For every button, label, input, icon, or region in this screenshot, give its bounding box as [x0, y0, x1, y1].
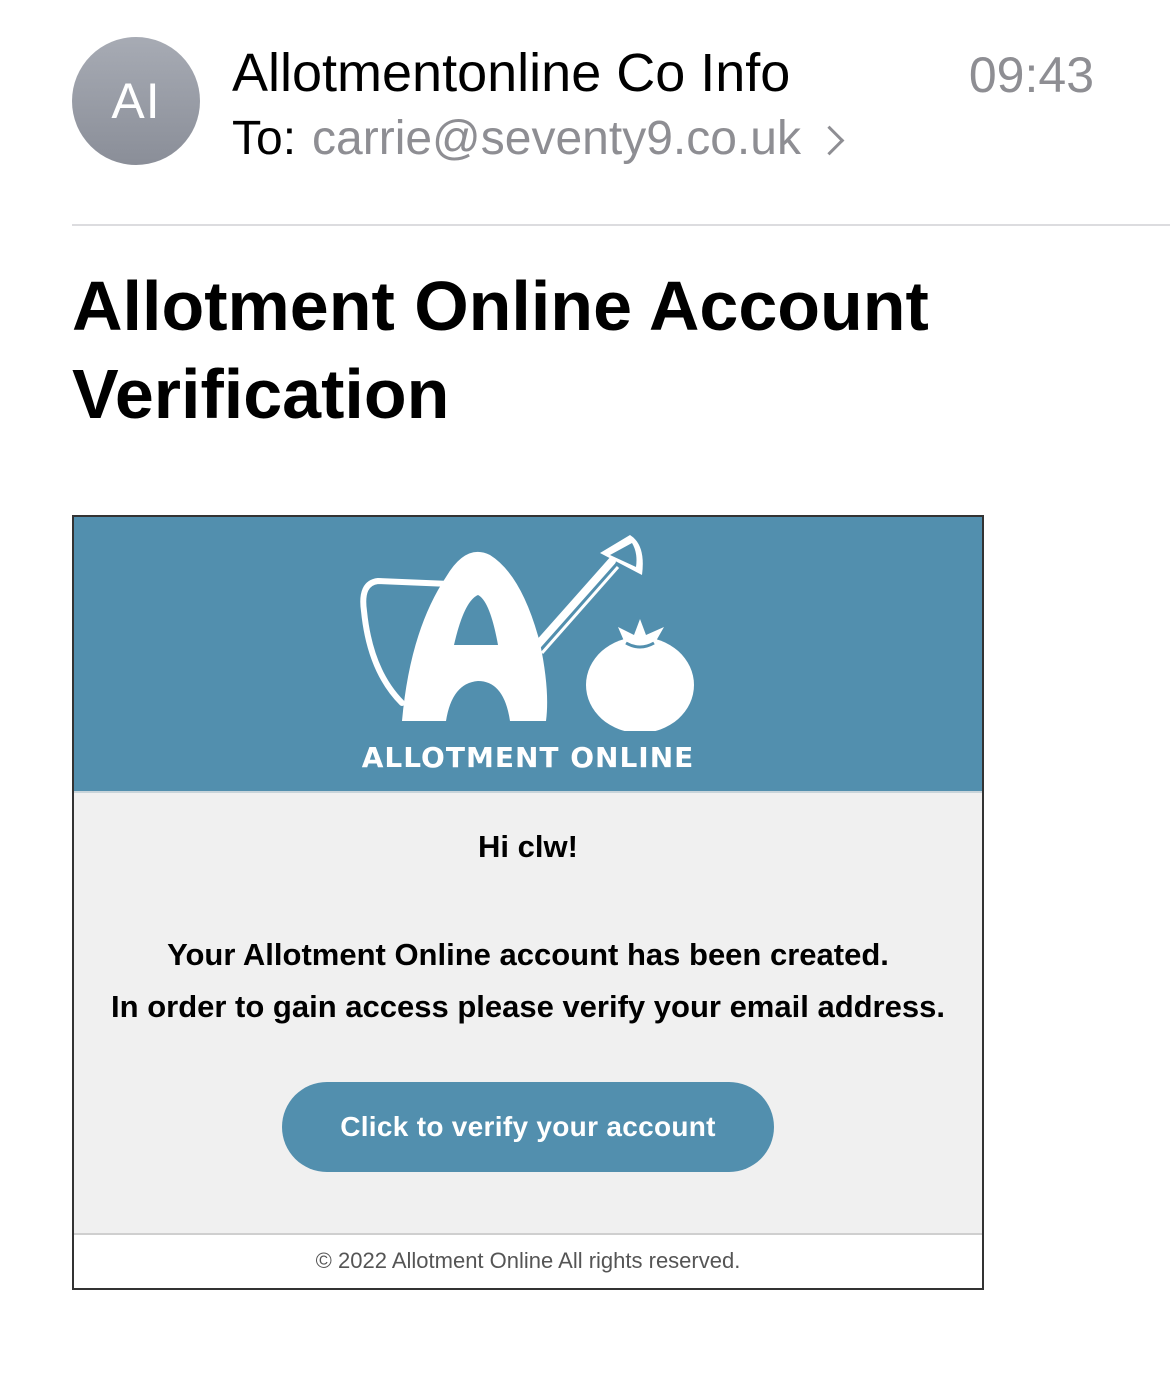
mail-header: AI Allotmentonline Co Info 09:43 To: car…: [0, 0, 1170, 226]
brand-name: ALLOTMENT ONLINE: [361, 741, 695, 774]
email-subject: Allotment Online Account Verification: [72, 267, 929, 433]
brand-banner: ALLOTMENT ONLINE: [74, 517, 982, 793]
message-line-2: In order to gain access please verify yo…: [111, 989, 945, 1024]
recipient-row[interactable]: To: carrie@seventy9.co.uk: [232, 108, 845, 170]
email-body-card: ALLOTMENT ONLINE Hi clw! Your Allotment …: [72, 515, 984, 1290]
sender-avatar[interactable]: AI: [72, 37, 200, 165]
header-divider: [72, 224, 1170, 226]
avatar-initials: AI: [111, 73, 161, 129]
message-block: Hi clw! Your Allotment Online account ha…: [74, 809, 982, 1033]
greeting: Hi clw!: [478, 829, 578, 864]
verify-account-button[interactable]: Click to verify your account: [282, 1082, 774, 1172]
recipient-address[interactable]: carrie@seventy9.co.uk: [312, 108, 801, 170]
chevron-right-icon[interactable]: [814, 125, 845, 155]
allotment-online-logo: [360, 535, 694, 731]
message-line-1: Your Allotment Online account has been c…: [167, 937, 889, 972]
to-label: To:: [232, 112, 297, 165]
message-text: Your Allotment Online account has been c…: [74, 929, 982, 1033]
received-time: 09:43: [968, 47, 1094, 103]
email-footer: © 2022 Allotment Online All rights reser…: [74, 1233, 982, 1288]
sender-name[interactable]: Allotmentonline Co Info: [232, 40, 790, 106]
